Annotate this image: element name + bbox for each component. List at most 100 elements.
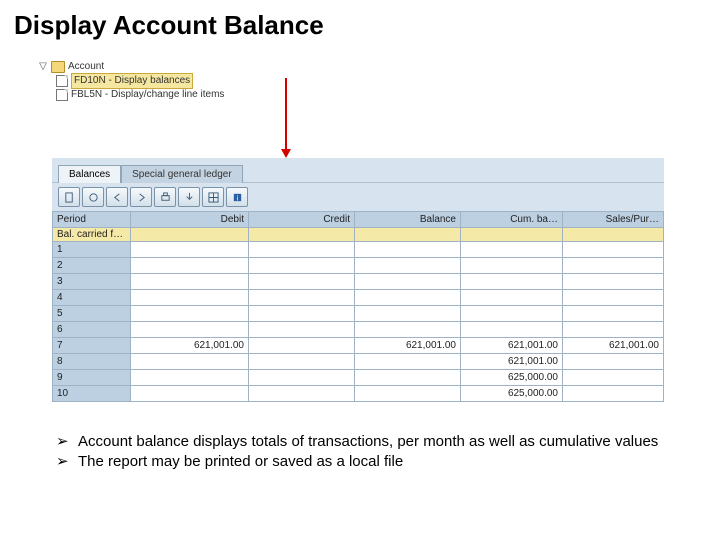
table-row[interactable]: 1	[53, 242, 664, 258]
period-cell: 5	[53, 306, 131, 322]
value-cell	[563, 242, 664, 258]
period-cell: 8	[53, 354, 131, 370]
value-cell: 621,001.00	[355, 338, 461, 354]
value-cell	[355, 274, 461, 290]
value-cell	[563, 290, 664, 306]
value-cell	[355, 322, 461, 338]
grid-toolbar: i	[52, 182, 664, 211]
col-period[interactable]: Period	[53, 212, 131, 228]
period-cell: 3	[53, 274, 131, 290]
tree-item-fbl5n[interactable]: FBL5N - Display/change line items	[38, 88, 224, 102]
col-balance[interactable]: Balance	[355, 212, 461, 228]
nav-tree: ▽ Account FD10N - Display balances FBL5N…	[38, 60, 224, 102]
value-cell	[355, 354, 461, 370]
table-row[interactable]: 7621,001.00621,001.00621,001.00621,001.0…	[53, 338, 664, 354]
value-cell	[563, 354, 664, 370]
value-cell	[249, 354, 355, 370]
bullet-item: ➢ Account balance displays totals of tra…	[56, 432, 690, 452]
bullet-text: Account balance displays totals of trans…	[78, 432, 658, 452]
value-cell	[131, 354, 249, 370]
value-cell	[131, 258, 249, 274]
period-cell: 6	[53, 322, 131, 338]
value-cell	[563, 370, 664, 386]
value-cell	[355, 306, 461, 322]
table-row[interactable]: 9 625,000.00	[53, 370, 664, 386]
col-debit[interactable]: Debit	[131, 212, 249, 228]
toolbar-back-button[interactable]	[106, 187, 128, 207]
carry-forward-row: Bal. carried f…	[53, 228, 664, 242]
document-icon	[56, 75, 68, 87]
table-row[interactable]: 10 625,000.00	[53, 386, 664, 402]
period-cell: 2	[53, 258, 131, 274]
toolbar-forward-button[interactable]	[130, 187, 152, 207]
tree-item-label: FBL5N - Display/change line items	[71, 88, 224, 102]
value-cell: 625,000.00	[461, 386, 563, 402]
toolbar-grid-button[interactable]	[202, 187, 224, 207]
value-cell	[461, 306, 563, 322]
table-row[interactable]: 4	[53, 290, 664, 306]
value-cell	[461, 258, 563, 274]
table-row[interactable]: 3	[53, 274, 664, 290]
tab-special-gl[interactable]: Special general ledger	[121, 165, 243, 183]
period-cell: 4	[53, 290, 131, 306]
bullet-marker-icon: ➢	[56, 452, 78, 472]
value-cell	[131, 386, 249, 402]
value-cell: 625,000.00	[461, 370, 563, 386]
period-cell: 9	[53, 370, 131, 386]
value-cell	[563, 274, 664, 290]
period-cell: 7	[53, 338, 131, 354]
value-cell: 621,001.00	[461, 338, 563, 354]
value-cell	[355, 290, 461, 306]
document-icon	[56, 89, 68, 101]
value-cell	[563, 386, 664, 402]
tab-balances[interactable]: Balances	[58, 165, 121, 183]
value-cell	[249, 386, 355, 402]
bullet-text: The report may be printed or saved as a …	[78, 452, 403, 472]
toolbar-info-button[interactable]: i	[226, 187, 248, 207]
tree-root-label: Account	[68, 60, 104, 74]
table-row[interactable]: 6	[53, 322, 664, 338]
value-cell	[563, 306, 664, 322]
value-cell	[249, 370, 355, 386]
value-cell	[131, 306, 249, 322]
tree-item-fd10n[interactable]: FD10N - Display balances	[38, 74, 224, 88]
value-cell	[249, 242, 355, 258]
balances-grid: Period Debit Credit Balance Cum. ba… Sal…	[52, 211, 664, 402]
value-cell	[131, 274, 249, 290]
tree-item-label: FD10N - Display balances	[71, 73, 193, 89]
carry-label: Bal. carried f…	[53, 228, 131, 242]
value-cell	[131, 370, 249, 386]
value-cell	[131, 242, 249, 258]
col-credit[interactable]: Credit	[249, 212, 355, 228]
col-sales[interactable]: Sales/Pur…	[563, 212, 664, 228]
table-row[interactable]: 5	[53, 306, 664, 322]
col-cum[interactable]: Cum. ba…	[461, 212, 563, 228]
toolbar-currency-button[interactable]	[82, 187, 104, 207]
period-cell: 10	[53, 386, 131, 402]
value-cell	[355, 370, 461, 386]
value-cell: 621,001.00	[563, 338, 664, 354]
arrow-indicator	[285, 78, 287, 150]
value-cell	[355, 242, 461, 258]
toolbar-export-button[interactable]	[178, 187, 200, 207]
tabstrip: Balances Special general ledger	[52, 158, 664, 182]
table-row[interactable]: 2	[53, 258, 664, 274]
value-cell	[249, 290, 355, 306]
value-cell	[249, 258, 355, 274]
table-row[interactable]: 8621,001.00	[53, 354, 664, 370]
value-cell	[355, 258, 461, 274]
page-title: Display Account Balance	[0, 0, 720, 47]
value-cell	[461, 242, 563, 258]
tree-root-row[interactable]: ▽ Account	[38, 60, 224, 74]
tree-toggle-icon[interactable]: ▽	[38, 60, 48, 74]
value-cell	[563, 258, 664, 274]
value-cell	[461, 290, 563, 306]
folder-icon	[51, 61, 65, 73]
toolbar-doc-button[interactable]	[58, 187, 80, 207]
value-cell	[563, 322, 664, 338]
balances-panel: Balances Special general ledger i Period…	[52, 158, 664, 402]
value-cell	[131, 290, 249, 306]
period-cell: 1	[53, 242, 131, 258]
value-cell	[355, 386, 461, 402]
toolbar-print-button[interactable]	[154, 187, 176, 207]
